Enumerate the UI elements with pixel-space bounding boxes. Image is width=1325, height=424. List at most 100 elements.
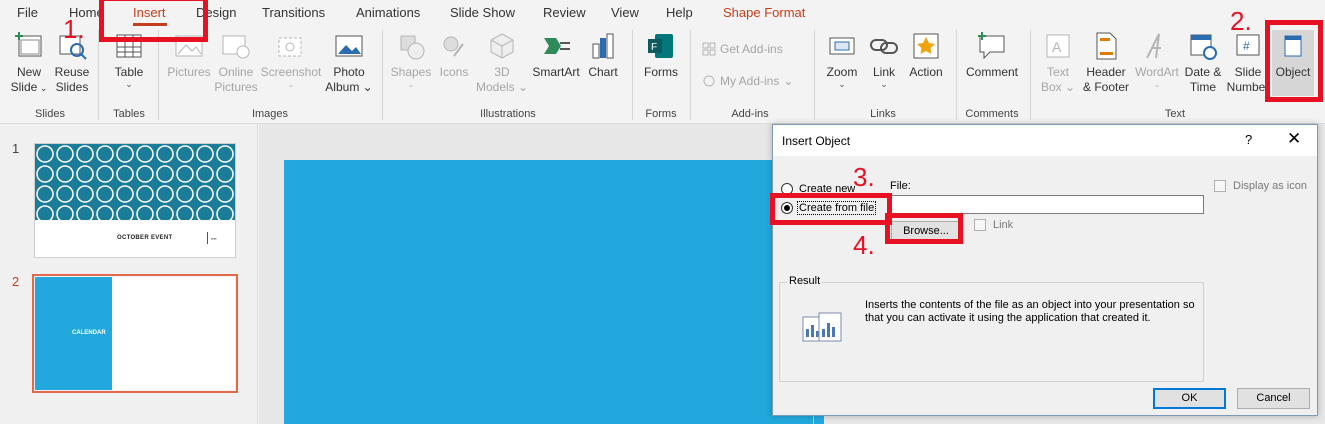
slide-2-title: CALENDAR — [72, 330, 106, 336]
tab-animations[interactable]: Animations — [356, 5, 420, 20]
slide-number-2: 2 — [12, 274, 20, 289]
date-time-icon — [1190, 34, 1217, 60]
svg-text:F: F — [651, 42, 657, 53]
action-button[interactable]: Action — [904, 30, 948, 80]
chart-button[interactable]: Chart — [584, 30, 622, 80]
tab-transitions[interactable]: Transitions — [262, 5, 325, 20]
3d-models-icon — [490, 33, 514, 59]
tab-review[interactable]: Review — [543, 5, 586, 20]
group-separator — [690, 30, 691, 120]
slide-1-title: OCTOBER EVENT — [117, 235, 173, 241]
header-footer-icon — [1096, 32, 1117, 60]
get-add-ins-button[interactable]: Get Add-ins — [702, 42, 783, 56]
online-pictures-icon — [222, 35, 250, 59]
help-button[interactable]: ? — [1245, 132, 1252, 147]
group-label-illustrations: Illustrations — [480, 108, 536, 120]
file-label: File: — [890, 180, 911, 192]
file-path-input[interactable] — [890, 195, 1204, 214]
annotation-number-2: 2. — [1230, 6, 1252, 36]
slide-divider — [207, 232, 208, 244]
group-separator — [98, 30, 99, 120]
smartart-icon — [544, 38, 570, 54]
group-separator — [956, 30, 957, 120]
text-box-button[interactable]: A Text Box ⌄ — [1038, 30, 1078, 95]
comment-button[interactable]: Comment — [962, 30, 1022, 80]
svg-text:#: # — [1243, 39, 1250, 53]
result-label: Result — [787, 275, 823, 287]
group-label-links: Links — [870, 108, 896, 120]
group-separator — [382, 30, 383, 120]
result-description: Inserts the contents of the file as an o… — [865, 299, 1195, 324]
smartart-button[interactable]: SmartArt — [530, 30, 582, 80]
comment-icon — [978, 32, 1005, 60]
group-separator — [814, 30, 815, 120]
slide-thumbnail-2[interactable]: CALENDAR — [35, 277, 235, 390]
screenshot-icon — [278, 37, 302, 57]
text-box-icon: A — [1046, 34, 1070, 58]
dialog-title-bar — [773, 125, 1317, 156]
group-separator — [158, 30, 159, 120]
chart-icon — [592, 33, 614, 59]
action-icon — [913, 33, 939, 59]
screenshot-button[interactable]: Screenshot ⌄ — [260, 30, 322, 89]
zoom-button[interactable]: Zoom ⌄ — [822, 30, 862, 89]
slide-logo: ▪▪▪▪ — [211, 236, 217, 241]
shapes-button[interactable]: Shapes ⌄ — [390, 30, 432, 89]
ok-button[interactable]: OK — [1153, 388, 1226, 409]
annotation-box-browse — [885, 213, 963, 244]
annotation-number-3: 3. — [853, 162, 875, 192]
annotation-number-1: 1. — [63, 14, 85, 44]
tab-file[interactable]: File — [17, 5, 38, 20]
new-slide-button[interactable]: New Slide ⌄ — [8, 30, 50, 96]
new-slide-icon — [15, 32, 42, 57]
annotation-box-insert-tab — [99, 0, 208, 42]
my-add-ins-icon — [703, 75, 715, 87]
group-label-images: Images — [251, 108, 289, 120]
slide-number-button[interactable]: # Slide Number — [1226, 30, 1270, 95]
photo-album-icon — [335, 35, 363, 57]
group-separator — [1030, 30, 1031, 120]
annotation-box-create-from-file — [770, 193, 892, 225]
link-icon — [870, 39, 898, 54]
close-button[interactable]: ✕ — [1287, 129, 1301, 149]
forms-icon: F — [648, 34, 673, 58]
wordart-icon — [1146, 33, 1161, 59]
forms-button[interactable]: F Forms — [640, 30, 682, 80]
link-button[interactable]: Link ⌄ — [866, 30, 902, 89]
tab-view[interactable]: View — [611, 5, 639, 20]
group-label-add-ins: Add-ins — [731, 108, 769, 120]
group-label-comments: Comments — [965, 108, 1019, 120]
group-label-forms: Forms — [645, 108, 677, 120]
3d-models-button[interactable]: 3D Models ⌄ — [476, 30, 528, 95]
header-footer-button[interactable]: Header & Footer — [1080, 30, 1132, 95]
zoom-icon — [829, 37, 855, 55]
date-time-button[interactable]: Date & Time — [1182, 30, 1224, 95]
dialog-title: Insert Object — [782, 134, 851, 148]
online-pictures-button[interactable]: Online Pictures — [214, 30, 258, 95]
svg-text:A: A — [1052, 39, 1062, 55]
group-label-tables: Tables — [113, 108, 145, 120]
photo-album-button[interactable]: Photo Album ⌄ — [324, 30, 374, 95]
link-label: Link — [993, 219, 1014, 231]
slide-number-1: 1 — [12, 141, 20, 156]
shapes-icon — [400, 35, 425, 60]
cancel-button[interactable]: Cancel — [1237, 388, 1310, 409]
wordart-button[interactable]: WordArt ⌄ — [1134, 30, 1180, 89]
tab-slide-show[interactable]: Slide Show — [450, 5, 515, 20]
display-as-icon-label: Display as icon — [1233, 180, 1307, 192]
slide-thumbnail-1[interactable]: OCTOBER EVENT ▪▪▪▪ — [34, 143, 236, 258]
tab-help[interactable]: Help — [666, 5, 693, 20]
group-separator — [632, 30, 633, 120]
group-label-text: Text — [1164, 108, 1186, 120]
powerpoint-window: File Home Insert Design Transitions Anim… — [0, 0, 1325, 424]
display-as-icon-checkbox[interactable] — [1214, 180, 1226, 192]
result-object-icon — [802, 312, 842, 342]
main-slide-canvas[interactable] — [284, 160, 824, 424]
my-add-ins-button[interactable]: My Add-ins ⌄ — [702, 74, 793, 88]
tab-shape-format[interactable]: Shape Format — [723, 5, 805, 20]
get-add-ins-icon — [702, 42, 716, 56]
link-checkbox[interactable] — [974, 219, 986, 231]
annotation-box-object-button — [1265, 20, 1323, 102]
icons-button[interactable]: Icons — [434, 30, 474, 80]
group-label-slides: Slides — [35, 108, 65, 120]
